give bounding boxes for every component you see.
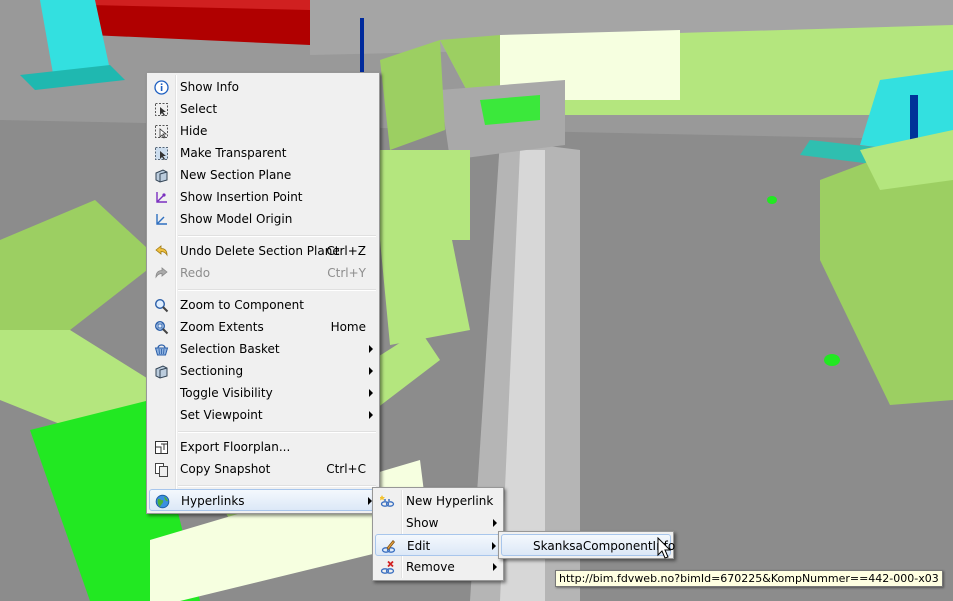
menu-item-select[interactable]: Select bbox=[149, 98, 377, 120]
menu-separator bbox=[178, 431, 376, 433]
hyperlink-tooltip: http://bim.fdvweb.no?bimId=670225&KompNu… bbox=[555, 570, 943, 587]
menu-item-zoom-to-component[interactable]: Zoom to Component bbox=[149, 294, 377, 316]
menu-separator bbox=[178, 235, 376, 237]
menu-item-label: Selection Basket bbox=[180, 342, 280, 356]
menu-item-label: Sectioning bbox=[180, 364, 244, 378]
menu-item-label: Undo Delete Section Plane bbox=[180, 244, 340, 258]
menu-item-sectioning[interactable]: Sectioning bbox=[149, 360, 377, 382]
remove-icon bbox=[379, 559, 395, 575]
menu-item-undo[interactable]: Undo Delete Section Plane Ctrl+Z bbox=[149, 240, 377, 262]
menu-item-label: Export Floorplan... bbox=[180, 440, 291, 454]
floorplan-icon bbox=[153, 439, 169, 455]
undo-icon bbox=[153, 243, 169, 259]
menu-item-toggle-visibility[interactable]: Toggle Visibility bbox=[149, 382, 377, 404]
menu-item-show-insertion-point[interactable]: Show Insertion Point bbox=[149, 186, 377, 208]
info-icon bbox=[153, 79, 169, 95]
menu-item-skanksa-component-info[interactable]: SkanksaComponentInfo bbox=[501, 534, 675, 556]
edit-submenu: SkanksaComponentInfo bbox=[498, 531, 675, 559]
menu-item-label: Hyperlinks bbox=[181, 494, 245, 508]
globe-icon bbox=[154, 493, 170, 509]
menu-item-label: Show Model Origin bbox=[180, 212, 293, 226]
submenu-arrow-icon bbox=[492, 542, 496, 550]
menu-item-label: New Hyperlink bbox=[406, 494, 494, 508]
menu-item-make-transparent[interactable]: Make Transparent bbox=[149, 142, 377, 164]
new-hyperlink-icon bbox=[379, 493, 395, 509]
menu-item-shortcut: Ctrl+Y bbox=[327, 266, 366, 280]
submenu-arrow-icon bbox=[369, 345, 373, 353]
menu-item-label: New Section Plane bbox=[180, 168, 292, 182]
menu-item-label: Set Viewpoint bbox=[180, 408, 263, 422]
menu-item-label: Select bbox=[180, 102, 218, 116]
menu-item-shortcut: Ctrl+Z bbox=[326, 244, 366, 258]
zoom-extents-icon bbox=[153, 319, 169, 335]
menu-item-label: Zoom Extents bbox=[180, 320, 264, 334]
redo-icon bbox=[153, 265, 169, 281]
menu-item-label: Toggle Visibility bbox=[180, 386, 273, 400]
submenu-arrow-icon bbox=[493, 519, 497, 527]
snapshot-icon bbox=[153, 461, 169, 477]
submenu-arrow-icon bbox=[369, 389, 373, 397]
submenu-arrow-icon bbox=[369, 411, 373, 419]
menu-item-redo[interactable]: Redo Ctrl+Y bbox=[149, 262, 377, 284]
hide-icon bbox=[153, 123, 169, 139]
menu-item-new-hyperlink[interactable]: New Hyperlink bbox=[375, 490, 501, 512]
insertion-point-icon bbox=[153, 189, 169, 205]
edit-icon bbox=[380, 538, 396, 554]
menu-item-shortcut: Ctrl+C bbox=[326, 462, 366, 476]
menu-item-remove[interactable]: Remove bbox=[375, 556, 501, 578]
section-plane-icon bbox=[153, 167, 169, 183]
menu-item-label: Show Insertion Point bbox=[180, 190, 303, 204]
menu-item-export-floorplan[interactable]: Export Floorplan... bbox=[149, 436, 377, 458]
context-menu: Show Info Select Hide Make Transparent N… bbox=[146, 72, 380, 514]
menu-item-copy-snapshot[interactable]: Copy Snapshot Ctrl+C bbox=[149, 458, 377, 480]
menu-item-label: Show bbox=[406, 516, 439, 530]
menu-item-label: Hide bbox=[180, 124, 208, 138]
hyperlinks-submenu: New Hyperlink Show Edit Remove bbox=[372, 487, 504, 581]
menu-item-hyperlinks[interactable]: Hyperlinks bbox=[149, 489, 377, 511]
menu-separator bbox=[178, 485, 376, 487]
submenu-arrow-icon bbox=[493, 563, 497, 571]
menu-item-hide[interactable]: Hide bbox=[149, 120, 377, 142]
menu-item-label: Show Info bbox=[180, 80, 239, 94]
select-icon bbox=[153, 101, 169, 117]
menu-item-zoom-extents[interactable]: Zoom Extents Home bbox=[149, 316, 377, 338]
mouse-cursor-icon bbox=[657, 537, 672, 559]
menu-item-show-info[interactable]: Show Info bbox=[149, 76, 377, 98]
menu-item-label: Copy Snapshot bbox=[180, 462, 271, 476]
submenu-arrow-icon bbox=[369, 367, 373, 375]
menu-item-label: Redo bbox=[180, 266, 211, 280]
menu-item-edit[interactable]: Edit bbox=[375, 534, 501, 556]
menu-item-label: Remove bbox=[406, 560, 455, 574]
model-origin-icon bbox=[153, 211, 169, 227]
menu-item-selection-basket[interactable]: Selection Basket bbox=[149, 338, 377, 360]
sectioning-icon bbox=[153, 363, 169, 379]
menu-item-show[interactable]: Show bbox=[375, 512, 501, 534]
menu-item-label: Make Transparent bbox=[180, 146, 287, 160]
menu-item-label: Zoom to Component bbox=[180, 298, 304, 312]
menu-separator bbox=[178, 289, 376, 291]
menu-item-set-viewpoint[interactable]: Set Viewpoint bbox=[149, 404, 377, 426]
transparent-icon bbox=[153, 145, 169, 161]
menu-item-show-model-origin[interactable]: Show Model Origin bbox=[149, 208, 377, 230]
menu-item-label: SkanksaComponentInfo bbox=[533, 539, 676, 553]
menu-item-new-section-plane[interactable]: New Section Plane bbox=[149, 164, 377, 186]
menu-item-label: Edit bbox=[407, 539, 431, 553]
menu-item-shortcut: Home bbox=[330, 320, 366, 334]
basket-icon bbox=[153, 341, 169, 357]
zoom-icon bbox=[153, 297, 169, 313]
